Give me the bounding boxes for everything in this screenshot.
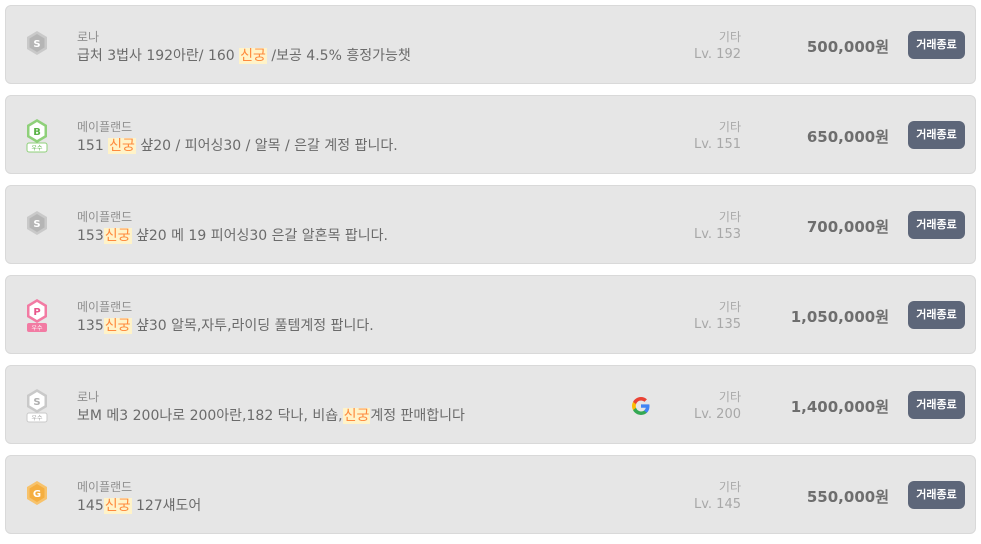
trade-listing-list: S 로나 급처 3법사 192아란/ 160 신궁 /보공 4.5% 흥정가능챗… <box>0 0 981 544</box>
svg-text:우수: 우수 <box>31 325 43 332</box>
trade-closed-button[interactable]: 거래종료 <box>908 31 965 59</box>
price-label: 500,000원 <box>806 38 889 56</box>
category-label: 기타 <box>718 300 741 314</box>
listing-title[interactable]: 151 신궁 샾20 / 피어싱30 / 알목 / 은갈 계정 팝니다. <box>77 135 398 155</box>
svg-text:S: S <box>33 39 40 50</box>
keyword-highlight: 신궁 <box>342 408 371 424</box>
price-label: 550,000원 <box>806 488 889 506</box>
listing-title[interactable]: 급처 3법사 192아란/ 160 신궁 /보공 4.5% 흥정가능챗 <box>77 45 411 65</box>
level-label: Lv. 145 <box>693 497 741 512</box>
category-label: 기타 <box>718 210 741 224</box>
category-label: 기타 <box>718 30 741 44</box>
level-label: Lv. 135 <box>693 317 741 332</box>
server-name: 메이플랜드 <box>77 210 133 224</box>
keyword-highlight: 신궁 <box>108 138 136 154</box>
listing-row[interactable]: S 우수 로나 보M 메3 200나로 200아란,182 닥나, 비숍,신궁계… <box>5 365 976 444</box>
trade-closed-button[interactable]: 거래종료 <box>908 211 965 239</box>
svg-text:P: P <box>33 307 40 318</box>
category-label: 기타 <box>718 120 741 134</box>
silver-s-grade-icon: S 우수 <box>23 387 51 423</box>
keyword-highlight: 신궁 <box>103 228 132 244</box>
server-name: 메이플랜드 <box>77 480 133 494</box>
price-label: 1,400,000원 <box>790 398 889 416</box>
keyword-highlight: 신궁 <box>103 498 132 514</box>
listing-title[interactable]: 145신궁 127섀도어 <box>77 495 201 515</box>
trade-closed-button[interactable]: 거래종료 <box>908 121 965 149</box>
silver-s-grade-icon: S <box>23 207 51 243</box>
category-label: 기타 <box>718 390 741 404</box>
category-label: 기타 <box>718 480 741 494</box>
svg-text:우수: 우수 <box>31 415 43 422</box>
listing-title[interactable]: 135신궁 샾30 알목,자투,라이딩 풀템계정 팝니다. <box>77 315 374 335</box>
listing-row[interactable]: S 메이플랜드 153신궁 샾20 메 19 피어싱30 은갈 알혼목 팝니다.… <box>5 185 976 264</box>
google-icon <box>630 395 652 417</box>
green-b-grade-icon: B 우수 <box>23 117 51 153</box>
trade-closed-button[interactable]: 거래종료 <box>908 391 965 419</box>
svg-text:G: G <box>33 489 41 500</box>
listing-row[interactable]: G 메이플랜드 145신궁 127섀도어 기타 Lv. 145 550,000원… <box>5 455 976 534</box>
level-label: Lv. 151 <box>693 137 741 152</box>
svg-text:B: B <box>33 127 41 138</box>
server-name: 로나 <box>77 30 100 44</box>
server-name: 로나 <box>77 390 100 404</box>
svg-text:S: S <box>33 397 40 408</box>
server-name: 메이플랜드 <box>77 120 133 134</box>
listing-row[interactable]: S 로나 급처 3법사 192아란/ 160 신궁 /보공 4.5% 흥정가능챗… <box>5 5 976 84</box>
listing-title[interactable]: 보M 메3 200나로 200아란,182 닥나, 비숍,신궁계정 판매합니다 <box>77 405 465 425</box>
price-label: 650,000원 <box>806 128 889 146</box>
trade-closed-button[interactable]: 거래종료 <box>908 301 965 329</box>
level-label: Lv. 192 <box>693 47 741 62</box>
server-name: 메이플랜드 <box>77 300 133 314</box>
level-label: Lv. 153 <box>693 227 741 242</box>
level-label: Lv. 200 <box>693 407 741 422</box>
listing-row[interactable]: B 우수 메이플랜드 151 신궁 샾20 / 피어싱30 / 알목 / 은갈 … <box>5 95 976 174</box>
keyword-highlight: 신궁 <box>103 318 132 334</box>
price-label: 1,050,000원 <box>790 308 889 326</box>
svg-text:우수: 우수 <box>31 145 43 152</box>
gold-g-grade-icon: G <box>23 477 51 513</box>
listing-title[interactable]: 153신궁 샾20 메 19 피어싱30 은갈 알혼목 팝니다. <box>77 225 388 245</box>
silver-s-grade-icon: S <box>23 27 51 63</box>
pink-p-grade-icon: P 우수 <box>23 297 51 333</box>
trade-closed-button[interactable]: 거래종료 <box>908 481 965 509</box>
price-label: 700,000원 <box>806 218 889 236</box>
listing-row[interactable]: P 우수 메이플랜드 135신궁 샾30 알목,자투,라이딩 풀템계정 팝니다.… <box>5 275 976 354</box>
keyword-highlight: 신궁 <box>239 48 267 64</box>
svg-text:S: S <box>33 219 40 230</box>
